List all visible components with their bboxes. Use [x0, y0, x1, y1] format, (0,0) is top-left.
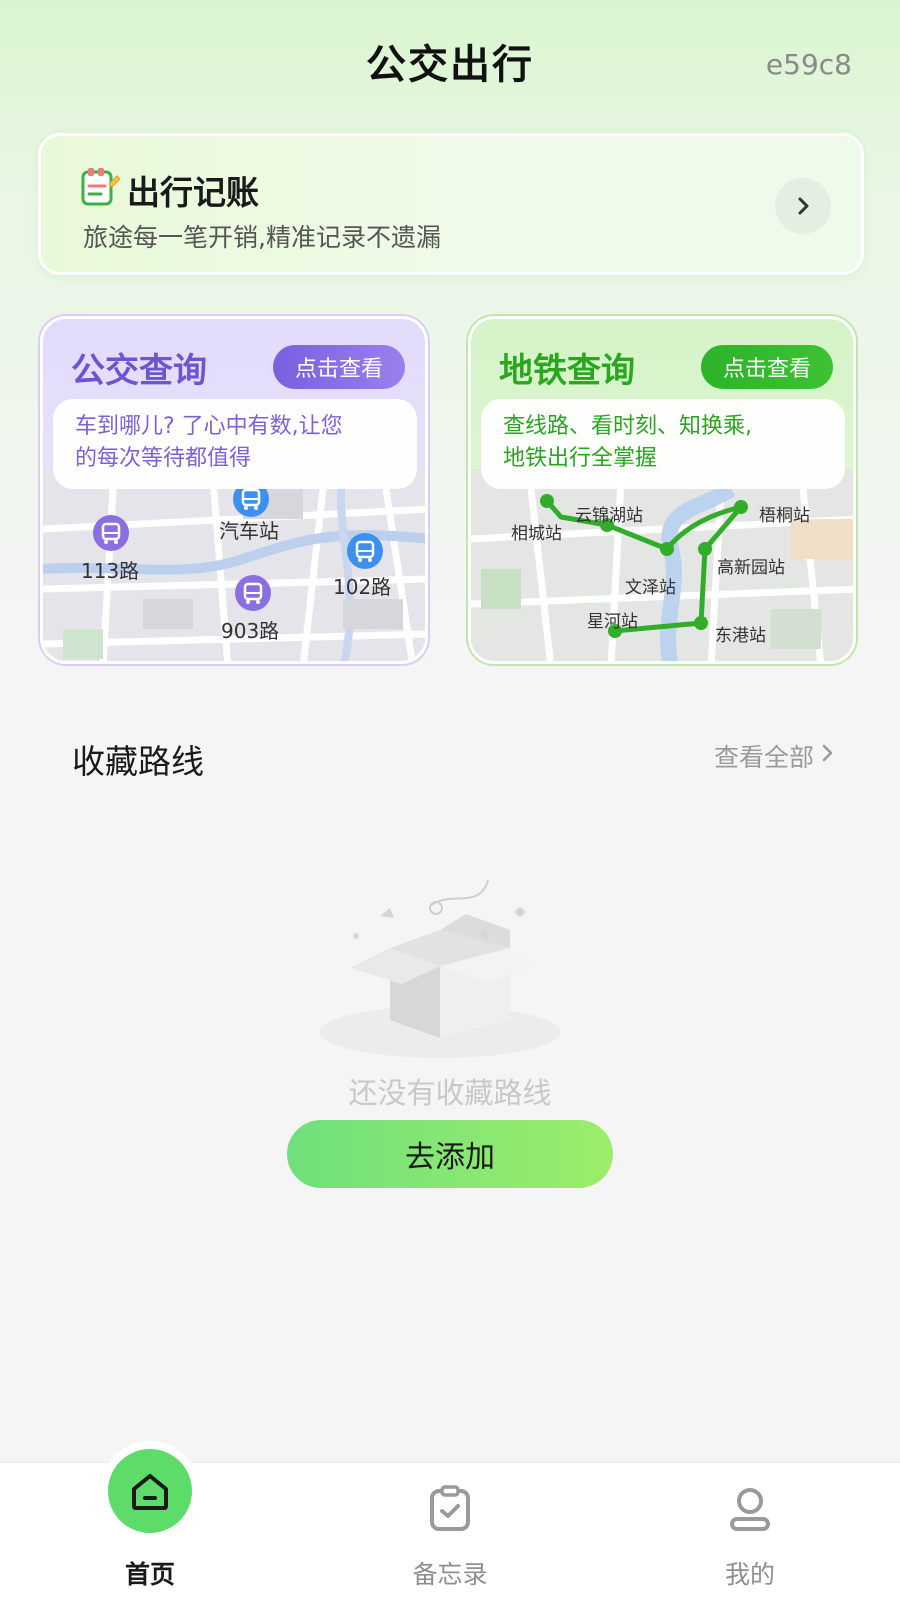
bus-query-card[interactable]: 公交查询 点击查看 车到哪儿? 了心中有数,让您 的每次等待都值得 汽车站 11…: [40, 316, 428, 664]
banner-subtitle: 旅途每一笔开销,精准记录不遗漏: [83, 223, 441, 252]
metro-card-title: 地铁查询: [499, 351, 635, 391]
bus-card-title: 公交查询: [71, 351, 207, 391]
chevron-right-icon[interactable]: [818, 740, 838, 766]
user-icon: [730, 1488, 770, 1531]
metro-station-label: 云锦湖站: [575, 506, 643, 526]
banner-arrow-button[interactable]: [775, 178, 831, 234]
metro-query-card[interactable]: 地铁查询 点击查看 查线路、看时刻、知换乘, 地铁出行全掌握 云锦湖站 相城站 …: [468, 316, 856, 664]
home-icon: [132, 1474, 168, 1510]
travel-accounting-banner[interactable]: 出行记账 旅途每一笔开销,精准记录不遗漏: [38, 133, 864, 275]
bus-desc-line-2: 的每次等待都值得: [75, 446, 252, 471]
banner-title: 出行记账: [127, 173, 259, 212]
home-icon-wrap: [108, 1449, 192, 1533]
user-icon-wrap: [710, 1469, 790, 1549]
empty-state-text: 还没有收藏路线: [348, 1076, 552, 1110]
metro-desc-line-1: 查线路、看时刻、知换乘,: [503, 414, 752, 439]
bus-route-marker-icon: [347, 533, 383, 569]
metro-station-label: 相城站: [511, 524, 562, 544]
add-route-button[interactable]: 去添加: [287, 1120, 613, 1188]
metro-station-label: 梧桐站: [759, 506, 810, 526]
metro-station-label: 高新园站: [717, 558, 785, 578]
bus-desc-line-1: 车到哪儿? 了心中有数,让您: [75, 414, 343, 439]
nav-item-mine[interactable]: 我的: [600, 1463, 900, 1600]
bus-route-label: 102路: [333, 575, 392, 599]
metro-station-label: 星河站: [587, 612, 638, 632]
metro-view-button[interactable]: 点击查看: [701, 345, 833, 389]
memo-icon: [430, 1485, 470, 1531]
bus-view-button[interactable]: 点击查看: [273, 345, 405, 389]
metro-desc-line-2: 地铁出行全掌握: [503, 446, 658, 471]
bus-route-marker-icon: [93, 515, 129, 551]
bus-route-marker-icon: [235, 575, 271, 611]
bus-card-description: 车到哪儿? 了心中有数,让您 的每次等待都值得: [53, 399, 417, 489]
nav-label: 备忘录: [412, 1560, 488, 1589]
nav-label: 我的: [724, 1560, 775, 1589]
app-header: 公交出行 e59c8: [0, 30, 900, 100]
chevron-right-icon: [798, 197, 809, 215]
metro-map-illustration: [471, 469, 853, 661]
bottom-navigation: 首页 备忘录 我的: [0, 1449, 900, 1600]
nav-item-home[interactable]: 首页: [0, 1449, 300, 1600]
bus-route-label: 113路: [81, 559, 140, 583]
empty-box-illustration: [320, 879, 560, 1058]
metro-station-label: 东港站: [715, 626, 766, 646]
view-all-link[interactable]: 查看全部: [714, 738, 814, 774]
bus-stop-label: 汽车站: [219, 519, 279, 543]
favorites-title: 收藏路线: [72, 742, 204, 781]
memo-icon-wrap: [410, 1469, 490, 1549]
bus-route-label: 903路: [221, 619, 280, 643]
nav-label: 首页: [124, 1560, 175, 1589]
metro-card-description: 查线路、看时刻、知换乘, 地铁出行全掌握: [481, 399, 845, 489]
metro-station-label: 文泽站: [625, 578, 676, 598]
nav-item-memo[interactable]: 备忘录: [300, 1463, 600, 1600]
header-code: e59c8: [765, 48, 852, 81]
notepad-icon: [81, 168, 121, 206]
